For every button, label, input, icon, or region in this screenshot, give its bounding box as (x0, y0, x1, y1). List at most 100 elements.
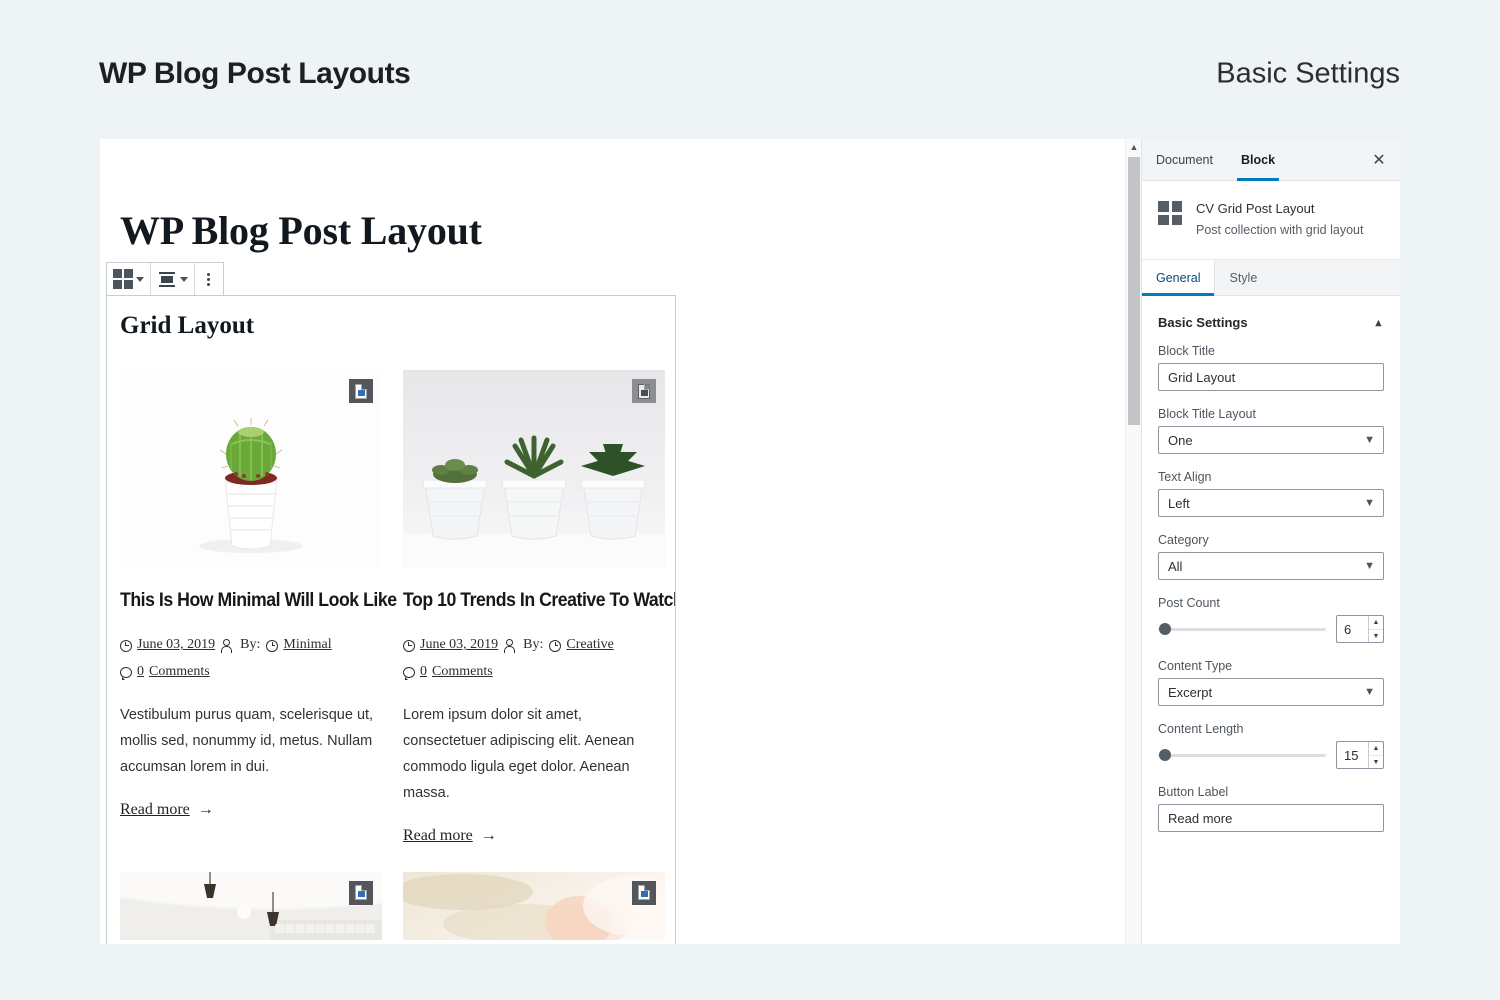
post-author[interactable]: Creative (566, 632, 613, 659)
scrollbar-thumb[interactable] (1128, 157, 1140, 425)
tab-style[interactable]: Style (1215, 260, 1271, 295)
post-title[interactable]: This Is How Minimal Will Look Like (120, 590, 397, 611)
grid-post-layout-block[interactable]: Grid Layout This Is How Minimal Will Loo… (106, 295, 676, 944)
text-align-select[interactable]: Left ▼ (1158, 489, 1384, 518)
field-block-title-layout: Block Title Layout One ▼ (1158, 407, 1384, 455)
align-button[interactable] (151, 263, 195, 295)
post-thumbnail[interactable] (120, 871, 382, 940)
editor-scrollbar[interactable]: ▲ (1125, 139, 1141, 944)
field-category: Category All ▼ (1158, 533, 1384, 581)
block-title-layout-select[interactable]: One ▼ (1158, 426, 1384, 455)
block-heading[interactable]: Grid Layout (120, 312, 254, 340)
tab-general[interactable]: General (1142, 260, 1216, 297)
field-label: Button Label (1158, 785, 1229, 800)
clock-icon (266, 639, 279, 652)
post-thumbnail[interactable] (120, 370, 382, 568)
selected-value: All (1168, 558, 1183, 574)
chevron-down-icon: ▼ (1364, 434, 1375, 447)
stepper-down-icon[interactable]: ▼ (1369, 630, 1383, 643)
stepper-up-icon[interactable]: ▲ (1369, 616, 1383, 630)
inspector-tab-bar: Document Block ✕ (1142, 139, 1400, 181)
comment-count[interactable]: 0 (137, 659, 144, 686)
page-header: WP Blog Post Layouts Basic Settings (0, 0, 1500, 139)
more-options-button[interactable] (195, 263, 223, 295)
category-select[interactable]: All ▼ (1158, 552, 1384, 581)
field-label: Content Type (1158, 659, 1233, 674)
block-toolbar[interactable] (106, 262, 224, 296)
clock-icon (120, 639, 132, 652)
block-description: Post collection with grid layout (1196, 222, 1364, 237)
post-meta: June 03, 2019 By: Minimal 0 Comments (120, 632, 382, 685)
post-title[interactable]: Top 10 Trends In Creative To Watch (403, 590, 675, 611)
comments-label[interactable]: Comments (432, 659, 493, 686)
white-room-with-pendant-lamps-image (120, 871, 382, 940)
page-title: WP Blog Post Layouts (99, 57, 411, 90)
field-post-count: Post Count 6 ▲ ▼ (1158, 596, 1384, 644)
comment-count[interactable]: 0 (420, 659, 427, 686)
clock-icon (403, 639, 415, 652)
post-format-badge[interactable] (349, 880, 373, 905)
comment-icon (120, 666, 132, 680)
tab-document[interactable]: Document (1142, 139, 1227, 180)
content-length-slider[interactable] (1158, 749, 1326, 762)
post-excerpt: Lorem ipsum dolor sit amet, consectetuer… (403, 707, 635, 801)
slider-handle[interactable] (1159, 749, 1171, 762)
post-format-badge[interactable] (632, 880, 656, 905)
block-title-input[interactable]: Grid Layout (1158, 363, 1384, 392)
chevron-up-icon[interactable]: ▼ (1373, 317, 1384, 329)
comment-icon (403, 666, 415, 680)
post-thumbnail[interactable] (403, 370, 665, 568)
file-document-icon (638, 885, 650, 901)
arrow-right-icon: → (480, 826, 497, 844)
post-date[interactable]: June 03, 2019 (137, 632, 215, 659)
user-icon (220, 639, 233, 653)
field-label: Post Count (1158, 596, 1220, 611)
read-more-label: Read more (120, 800, 190, 818)
block-name: CV Grid Post Layout (1196, 201, 1315, 216)
comments-label[interactable]: Comments (149, 659, 210, 686)
post-card[interactable] (403, 871, 665, 940)
post-format-badge[interactable] (632, 379, 656, 403)
align-center-icon (157, 269, 177, 289)
basic-settings-section-header[interactable]: Basic Settings ▼ (1158, 296, 1384, 344)
stepper-down-icon[interactable]: ▼ (1369, 756, 1383, 769)
block-type-switcher-button[interactable] (107, 263, 151, 295)
post-card[interactable]: This Is How Minimal Will Look Like June … (120, 370, 397, 845)
post-thumbnail[interactable] (403, 871, 665, 940)
file-document-icon (355, 885, 367, 901)
editor-canvas[interactable]: WP Blog Post Layout Grid Layout This Is … (100, 139, 1141, 944)
by-label: By: (240, 637, 261, 653)
post-author[interactable]: Minimal (283, 632, 331, 659)
grid-layout-icon (113, 269, 133, 289)
field-label: Category (1158, 533, 1209, 548)
post-date[interactable]: June 03, 2019 (420, 632, 498, 659)
content-length-stepper[interactable]: 15 ▲ ▼ (1336, 741, 1384, 770)
post-count-slider[interactable] (1158, 623, 1326, 636)
post-card[interactable] (120, 871, 382, 940)
close-icon[interactable]: ✕ (1358, 139, 1400, 180)
post-meta: June 03, 2019 By: Creative 0 Comments (403, 632, 665, 685)
post-count-stepper[interactable]: 6 ▲ ▼ (1336, 615, 1384, 644)
stepper-up-icon[interactable]: ▲ (1369, 742, 1383, 756)
post-card[interactable]: Top 10 Trends In Creative To Watch June … (403, 370, 675, 845)
settings-panel: Basic Settings ▼ Block Title Grid Layout… (1142, 296, 1400, 944)
tab-block[interactable]: Block (1227, 139, 1289, 181)
selected-value: Left (1168, 495, 1190, 511)
read-more-link[interactable]: Read more → (120, 801, 214, 819)
document-title[interactable]: WP Blog Post Layout (120, 207, 482, 254)
slider-handle[interactable] (1159, 623, 1171, 636)
block-summary-card: CV Grid Post Layout Post collection with… (1142, 181, 1400, 261)
content-type-select[interactable]: Excerpt ▼ (1158, 678, 1384, 707)
field-label: Block Title Layout (1158, 407, 1256, 422)
post-format-badge[interactable] (349, 379, 373, 403)
scroll-up-button[interactable]: ▲ (1126, 139, 1141, 155)
field-block-title: Block Title Grid Layout (1158, 344, 1384, 392)
user-icon (503, 639, 516, 653)
field-content-length: Content Length 15 ▲ ▼ (1158, 722, 1384, 770)
chevron-down-icon: ▼ (1364, 560, 1375, 573)
stepper-value[interactable]: 6 (1337, 616, 1368, 642)
read-more-link[interactable]: Read more → (403, 827, 497, 845)
section-title: Basic Settings (1158, 315, 1248, 331)
button-label-input[interactable]: Read more (1158, 804, 1384, 833)
stepper-value[interactable]: 15 (1337, 742, 1368, 768)
